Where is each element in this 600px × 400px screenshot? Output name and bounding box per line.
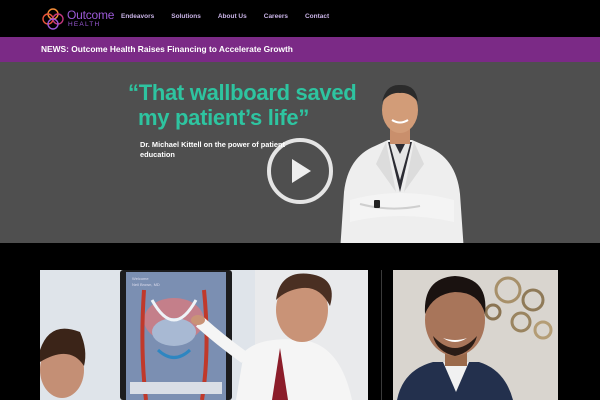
nav-item-contact[interactable]: Contact — [305, 13, 329, 25]
hero-quote-line2: my patient’s life” — [138, 105, 310, 130]
nav-item-endeavors[interactable]: Endeavors — [121, 13, 154, 25]
play-icon — [292, 159, 311, 183]
site-header: Outcome HEALTH Endeavors Solutions About… — [0, 0, 600, 37]
feature-cards: Welcome Neil Brown, MD — [0, 243, 600, 400]
hero-video-banner: “That wallboard saved my patient’s life”… — [0, 62, 600, 243]
doctor-portrait — [340, 84, 464, 243]
nav-item-about-us[interactable]: About Us — [218, 13, 247, 25]
outcome-health-logo[interactable]: Outcome HEALTH — [40, 6, 120, 32]
screen-welcome: Welcome — [132, 276, 149, 281]
news-link[interactable]: NEWS: Outcome Health Raises Financing to… — [41, 44, 293, 54]
nav-item-solutions[interactable]: Solutions — [171, 13, 201, 25]
feature-card-portrait[interactable] — [393, 270, 558, 400]
smiling-man-photo — [393, 270, 558, 400]
hero-quote-line1: “That wallboard saved — [128, 80, 357, 105]
main-nav: Endeavors Solutions About Us Careers Con… — [121, 13, 346, 25]
screen-doctor-name: Neil Brown, MD — [132, 282, 160, 287]
doctor-wallboard-photo: Welcome Neil Brown, MD — [40, 270, 368, 400]
feature-card-wallboard[interactable]: Welcome Neil Brown, MD — [40, 270, 368, 400]
news-banner: NEWS: Outcome Health Raises Financing to… — [0, 37, 600, 62]
brand-subname: HEALTH — [68, 21, 101, 28]
play-video-button[interactable] — [267, 138, 333, 204]
nav-item-careers[interactable]: Careers — [264, 13, 288, 25]
brand-name: Outcome — [67, 8, 115, 22]
card-divider — [381, 270, 382, 400]
hero-quote: “That wallboard saved my patient’s life” — [128, 80, 357, 130]
logo-mark-icon — [42, 8, 64, 30]
